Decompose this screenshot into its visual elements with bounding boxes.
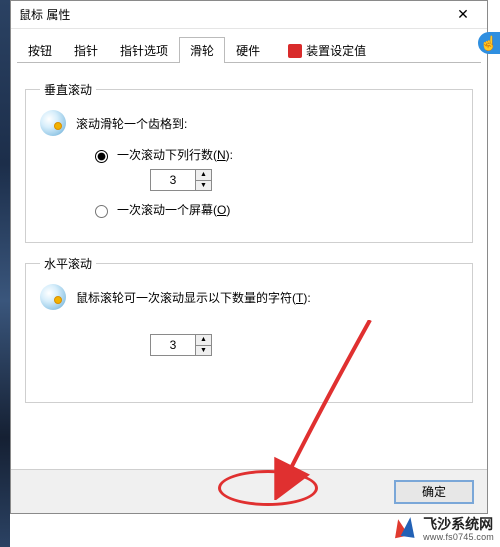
horizontal-scroll-group: 水平滚动 鼠标滚轮可一次滚动显示以下数量的字符(T): ▲ ▼ (25, 255, 473, 403)
tab-wheel[interactable]: 滑轮 (179, 37, 225, 63)
horizontal-scroll-legend: 水平滚动 (40, 255, 96, 272)
lines-spin-buttons: ▲ ▼ (195, 170, 211, 190)
tab-device-settings[interactable]: 装置设定值 (277, 37, 377, 63)
mouse-properties-window: 鼠标 属性 ✕ 按钮 指针 指针选项 滑轮 硬件 装置设定值 垂直滚动 滚动滑轮… (10, 0, 488, 514)
horizontal-desc: 鼠标滚轮可一次滚动显示以下数量的字符(T): (76, 289, 311, 306)
close-icon: ✕ (457, 6, 469, 23)
watermark-logo-icon (393, 517, 419, 543)
radio-lines-label: 一次滚动下列行数(N): (117, 146, 233, 163)
desktop-strip (0, 0, 10, 547)
watermark: 飞沙系统网 www.fs0745.com (393, 517, 494, 543)
side-badge[interactable]: ☝ (478, 32, 500, 54)
chars-value-input[interactable] (151, 335, 195, 355)
tab-buttons[interactable]: 按钮 (17, 37, 63, 63)
chars-spinner[interactable]: ▲ ▼ (150, 334, 212, 356)
close-button[interactable]: ✕ (443, 2, 483, 28)
tab-row: 按钮 指针 指针选项 滑轮 硬件 装置设定值 (11, 29, 487, 63)
window-title: 鼠标 属性 (19, 6, 70, 23)
watermark-name: 飞沙系统网 (423, 517, 494, 532)
lines-spinner[interactable]: ▲ ▼ (150, 169, 212, 191)
tab-hardware[interactable]: 硬件 (225, 37, 271, 63)
ok-button[interactable]: 确定 (395, 481, 473, 503)
horizontal-row: 鼠标滚轮可一次滚动显示以下数量的字符(T): (40, 284, 458, 310)
tab-pointer-options[interactable]: 指针选项 (109, 37, 179, 63)
tab-body: 垂直滚动 滚动滑轮一个齿格到: 一次滚动下列行数(N): ▲ ▼ (11, 63, 487, 429)
wheel-icon (40, 110, 66, 136)
vertical-desc: 滚动滑轮一个齿格到: (76, 115, 187, 132)
vertical-scroll-legend: 垂直滚动 (40, 81, 96, 98)
chars-spin-buttons: ▲ ▼ (195, 335, 211, 355)
radio-screen-label: 一次滚动一个屏幕(O) (117, 201, 230, 218)
radio-lines[interactable] (95, 150, 108, 163)
watermark-url: www.fs0745.com (423, 533, 494, 543)
chars-spin-down[interactable]: ▼ (196, 346, 211, 356)
chars-spin-up[interactable]: ▲ (196, 335, 211, 346)
hand-icon: ☝ (480, 35, 497, 52)
wheel-icon-h (40, 284, 66, 310)
radio-lines-option[interactable]: 一次滚动下列行数(N): (90, 146, 458, 163)
tab-device-label: 装置设定值 (306, 42, 366, 59)
lines-value-input[interactable] (151, 170, 195, 190)
chars-spin-wrap: ▲ ▼ (150, 334, 458, 356)
lines-spin-down[interactable]: ▼ (196, 181, 211, 191)
vertical-row: 滚动滑轮一个齿格到: (40, 110, 458, 136)
tab-pointers[interactable]: 指针 (63, 37, 109, 63)
lines-spin-up[interactable]: ▲ (196, 170, 211, 181)
radio-screen-option[interactable]: 一次滚动一个屏幕(O) (90, 201, 458, 218)
lines-spin-wrap: ▲ ▼ (150, 169, 458, 191)
titlebar: 鼠标 属性 ✕ (11, 1, 487, 29)
watermark-text: 飞沙系统网 www.fs0745.com (423, 517, 494, 542)
device-icon (288, 44, 302, 58)
radio-screen[interactable] (95, 205, 108, 218)
vertical-scroll-group: 垂直滚动 滚动滑轮一个齿格到: 一次滚动下列行数(N): ▲ ▼ (25, 81, 473, 243)
dialog-button-row: 确定 (11, 469, 487, 513)
